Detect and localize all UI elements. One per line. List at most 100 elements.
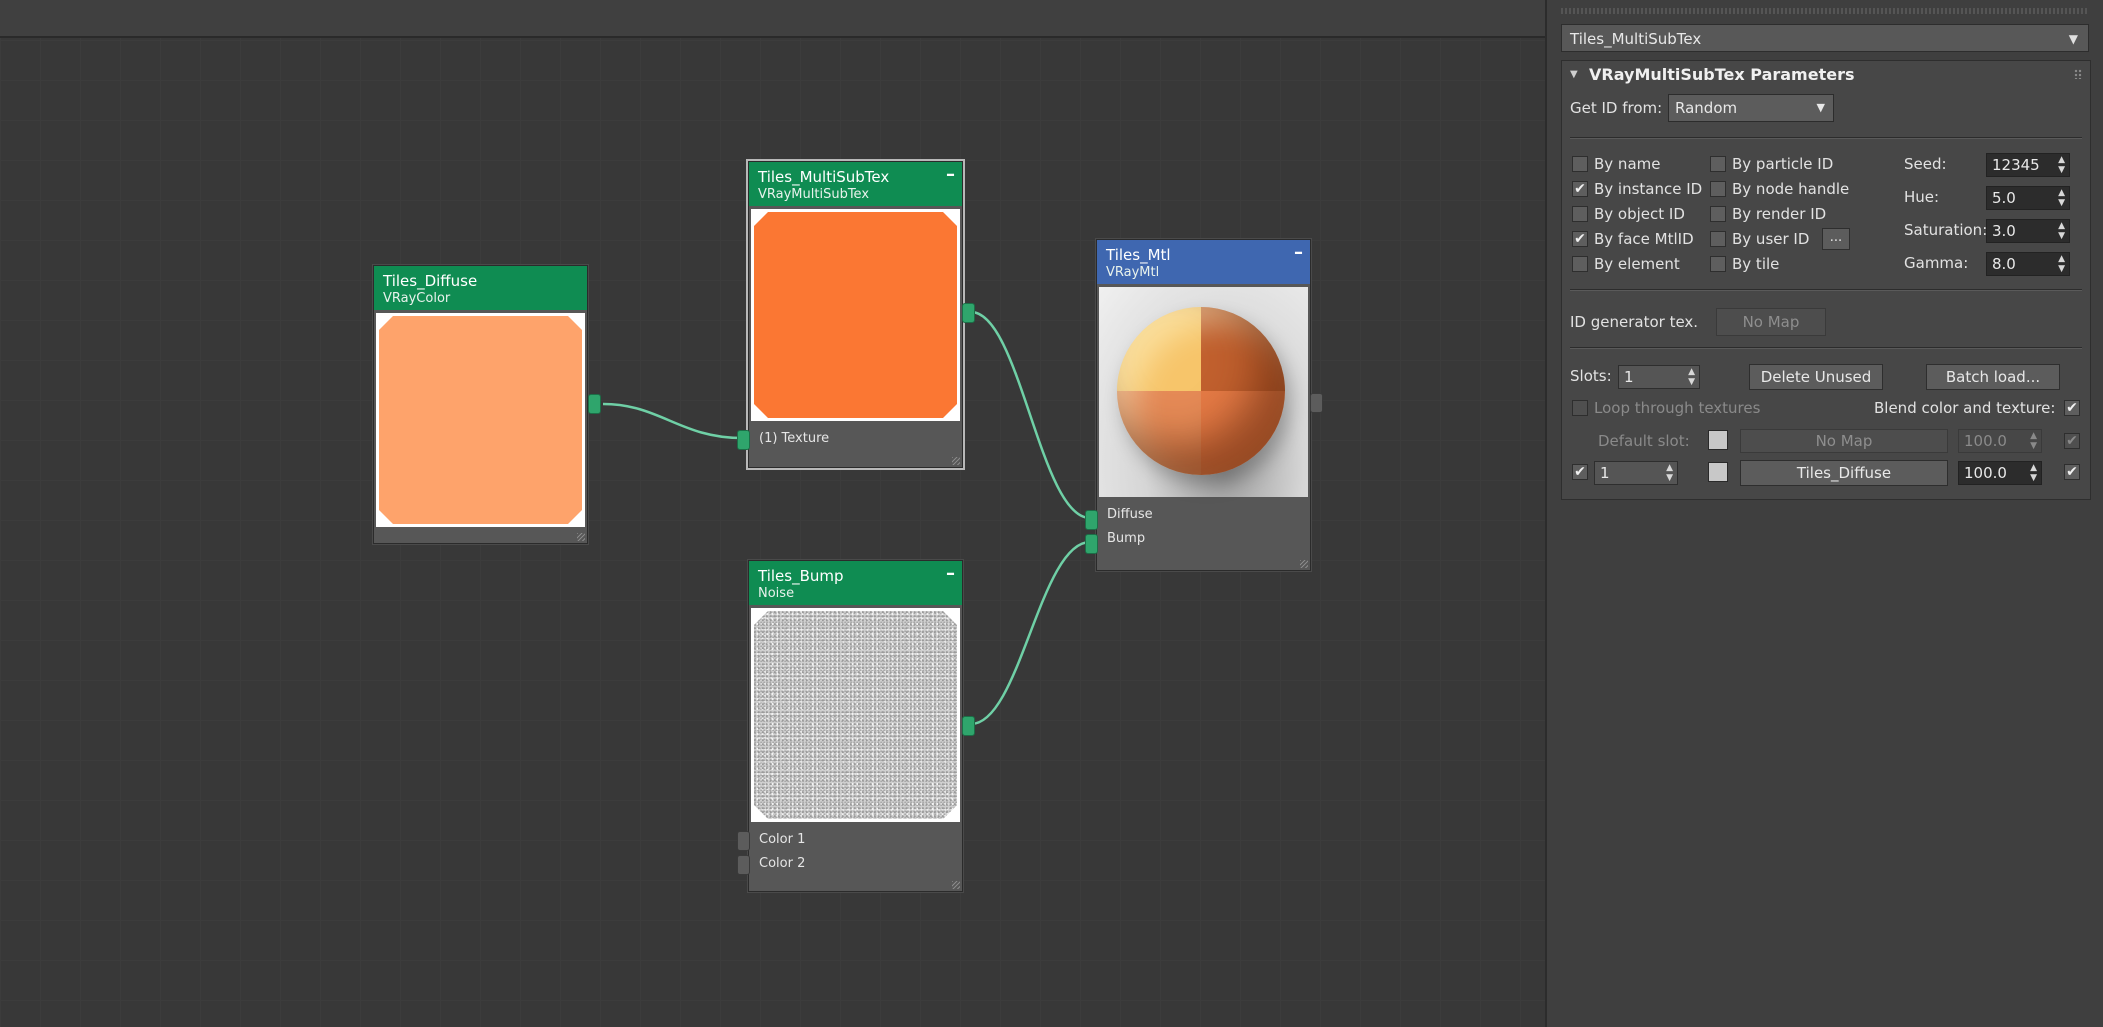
by-name-checkbox[interactable] xyxy=(1572,156,1588,172)
node-tiles-diffuse[interactable]: Tiles_Diffuse VRayColor xyxy=(373,265,601,544)
minimize-icon[interactable]: – xyxy=(946,565,955,583)
spinner-arrows-icon[interactable]: ▲ ▼ xyxy=(2058,221,2065,241)
material-preview xyxy=(1099,287,1308,497)
default-slot-color-swatch[interactable] xyxy=(1708,430,1728,450)
input-port-diffuse[interactable] xyxy=(1085,510,1098,530)
slot-1-color-swatch[interactable] xyxy=(1708,462,1728,482)
gamma-spinner[interactable]: 8.0 ▲ ▼ xyxy=(1986,252,2070,276)
get-id-dropdown[interactable]: Random ▼ xyxy=(1668,94,1834,122)
spinner-arrows-icon[interactable]: ▲ ▼ xyxy=(1666,463,1673,483)
panel-drag-strip[interactable] xyxy=(1561,8,2089,14)
slot-label: Bump xyxy=(1107,531,1146,546)
slots-spinner[interactable]: 1 ▲ ▼ xyxy=(1618,365,1700,389)
node-header[interactable]: Tiles_Mtl VRayMtl – xyxy=(1097,240,1310,284)
by-instance-id-label: By instance ID xyxy=(1594,180,1703,198)
gamma-value: 8.0 xyxy=(1992,255,2016,273)
default-slot-map-button[interactable]: No Map xyxy=(1740,429,1948,453)
node-header[interactable]: Tiles_Bump Noise – xyxy=(749,561,962,605)
drag-handle-icon[interactable] xyxy=(2074,69,2082,79)
node-type: VRayMultiSubTex xyxy=(758,187,870,202)
by-user-id-checkbox[interactable] xyxy=(1710,231,1726,247)
chevron-down-icon: ▼ xyxy=(2068,32,2078,46)
by-object-id-label: By object ID xyxy=(1594,205,1685,223)
seed-spinner[interactable]: 12345 ▲ ▼ xyxy=(1986,153,2070,177)
by-element-checkbox[interactable] xyxy=(1572,256,1588,272)
slot-diffuse[interactable]: Diffuse xyxy=(1097,503,1310,527)
hue-spinner[interactable]: 5.0 ▲ ▼ xyxy=(1986,186,2070,210)
by-node-handle-label: By node handle xyxy=(1732,180,1850,198)
output-port[interactable] xyxy=(962,716,975,736)
node-title: Tiles_Diffuse xyxy=(383,272,478,290)
resize-grip-icon[interactable] xyxy=(1300,560,1308,568)
separator xyxy=(1570,347,2082,349)
loop-textures-label: Loop through textures xyxy=(1594,399,1761,417)
wire-multisub-to-mtl xyxy=(970,310,1091,520)
spinner-arrows-icon[interactable]: ▲ ▼ xyxy=(2030,431,2037,451)
node-tiles-multisubtex[interactable]: Tiles_MultiSubTex VRayMultiSubTex – (1) … xyxy=(737,161,975,468)
get-id-value: Random xyxy=(1675,99,1738,117)
by-particle-id-label: By particle ID xyxy=(1732,155,1834,173)
rollout-title: VRayMultiSubTex Parameters xyxy=(1589,65,1855,84)
resize-grip-icon[interactable] xyxy=(952,881,960,889)
blend-color-texture-checkbox[interactable]: ✔ xyxy=(2064,400,2080,416)
node-tiles-mtl[interactable]: Tiles_Mtl VRayMtl – Diffuse Bump xyxy=(1085,239,1323,571)
parameter-panel: Tiles_MultiSubTex ▼ ▼ VRayMultiSubTex Pa… xyxy=(1545,0,2103,1027)
loop-textures-checkbox[interactable] xyxy=(1572,400,1588,416)
spinner-arrows-icon[interactable]: ▲ ▼ xyxy=(2030,463,2037,483)
input-port-bump[interactable] xyxy=(1085,534,1098,554)
slot-1-map-button[interactable]: Tiles_Diffuse xyxy=(1740,460,1948,486)
delete-unused-button[interactable]: Delete Unused xyxy=(1749,364,1883,390)
by-node-handle-checkbox[interactable] xyxy=(1710,181,1726,197)
output-port[interactable] xyxy=(962,303,975,323)
by-name-label: By name xyxy=(1594,155,1661,173)
input-port-color-2[interactable] xyxy=(737,855,750,875)
slot-color-2[interactable]: Color 2 xyxy=(749,852,962,876)
spinner-arrows-icon[interactable]: ▲ ▼ xyxy=(2058,254,2065,274)
user-id-options-button[interactable]: ... xyxy=(1822,228,1850,250)
slot-1-id-spinner[interactable]: 1 ▲ ▼ xyxy=(1594,461,1678,485)
by-render-id-label: By render ID xyxy=(1732,205,1827,223)
default-slot-enable-checkbox[interactable]: ✔ xyxy=(2064,433,2080,449)
material-name-dropdown[interactable]: Tiles_MultiSubTex ▼ xyxy=(1561,24,2089,52)
by-particle-id-checkbox[interactable] xyxy=(1710,156,1726,172)
slot-1-enable-checkbox[interactable]: ✔ xyxy=(1572,464,1588,480)
by-object-id-checkbox[interactable] xyxy=(1572,206,1588,222)
output-port[interactable] xyxy=(1310,393,1323,413)
hue-value: 5.0 xyxy=(1992,189,2016,207)
spinner-arrows-icon[interactable]: ▲ ▼ xyxy=(1688,367,1695,387)
slot-1-map-enable-checkbox[interactable]: ✔ xyxy=(2064,464,2080,480)
slot-bump[interactable]: Bump xyxy=(1097,527,1310,551)
node-tiles-bump[interactable]: Tiles_Bump Noise – Color 1 Color 2 xyxy=(737,560,975,892)
node-title: Tiles_MultiSubTex xyxy=(758,168,890,186)
id-generator-map-button[interactable]: No Map xyxy=(1716,308,1826,336)
slot-texture[interactable]: (1) Texture xyxy=(749,427,962,451)
minimize-icon[interactable]: – xyxy=(1294,244,1303,262)
minimize-icon[interactable]: – xyxy=(946,166,955,184)
slots-label: Slots: xyxy=(1570,367,1612,385)
input-port[interactable] xyxy=(737,430,750,450)
resize-grip-icon[interactable] xyxy=(577,533,585,541)
rollout-header[interactable]: ▼ VRayMultiSubTex Parameters xyxy=(1562,61,2090,89)
spinner-arrows-icon[interactable]: ▲ ▼ xyxy=(2058,188,2065,208)
output-port[interactable] xyxy=(588,394,601,414)
slot-color-1[interactable]: Color 1 xyxy=(749,828,962,852)
input-port-color-1[interactable] xyxy=(737,831,750,851)
node-editor-canvas[interactable]: Tiles_Diffuse VRayColor Tiles_MultiSubTe… xyxy=(0,0,1545,1027)
spinner-arrows-icon[interactable]: ▲ ▼ xyxy=(2058,155,2065,175)
node-header[interactable]: Tiles_MultiSubTex VRayMultiSubTex – xyxy=(749,162,962,206)
batch-load-button[interactable]: Batch load... xyxy=(1926,364,2060,390)
resize-grip-icon[interactable] xyxy=(952,457,960,465)
default-slot-amount-spinner[interactable]: 100.0 ▲ ▼ xyxy=(1958,429,2042,453)
color-swatch xyxy=(754,212,957,418)
slot-1-amount-spinner[interactable]: 100.0 ▲ ▼ xyxy=(1958,461,2042,485)
by-instance-id-checkbox[interactable]: ✔ xyxy=(1572,181,1588,197)
slot-label: Color 1 xyxy=(759,832,806,847)
node-header[interactable]: Tiles_Diffuse VRayColor xyxy=(374,266,587,310)
by-tile-checkbox[interactable] xyxy=(1710,256,1726,272)
gamma-label: Gamma: xyxy=(1904,254,1969,272)
saturation-spinner[interactable]: 3.0 ▲ ▼ xyxy=(1986,219,2070,243)
get-id-label: Get ID from: xyxy=(1570,99,1663,117)
by-face-mtlid-checkbox[interactable]: ✔ xyxy=(1572,231,1588,247)
seed-label: Seed: xyxy=(1904,155,1947,173)
by-render-id-checkbox[interactable] xyxy=(1710,206,1726,222)
